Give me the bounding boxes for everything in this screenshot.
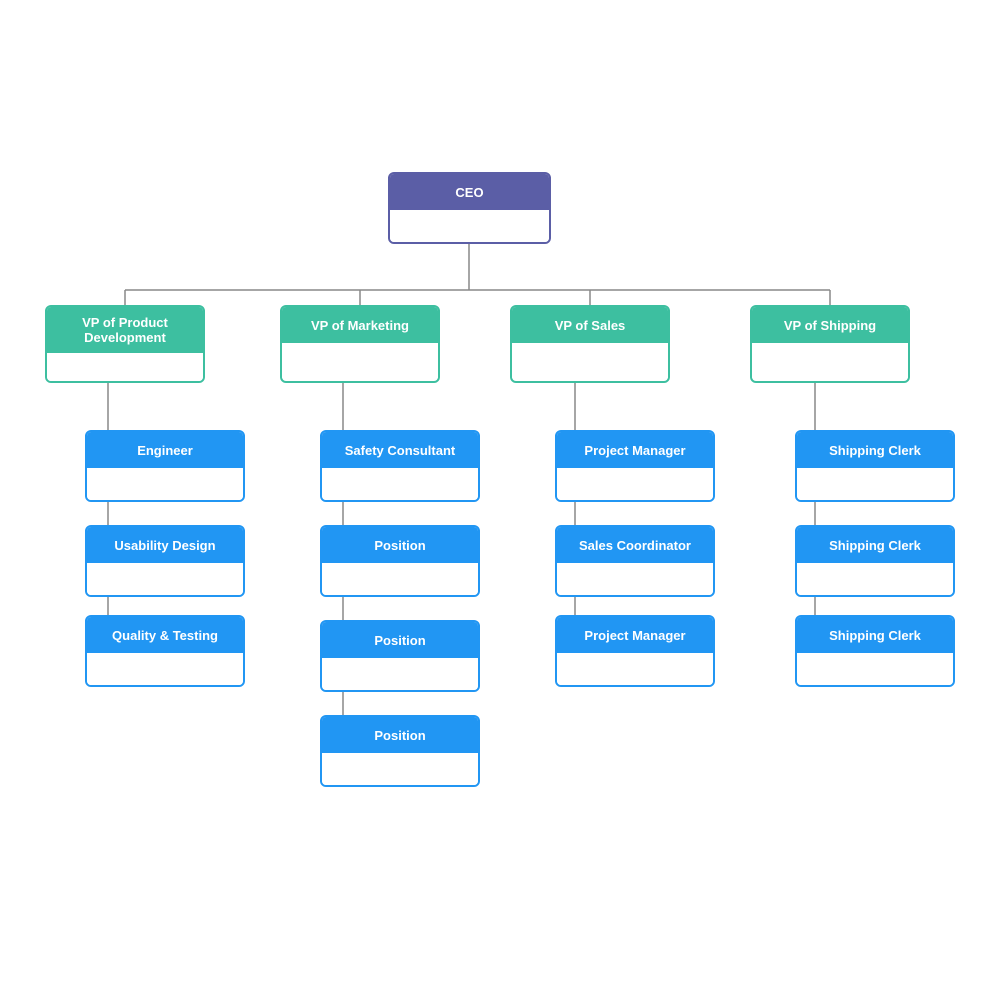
vp-sales-label: VP of Sales bbox=[512, 307, 668, 343]
quality-body bbox=[87, 653, 243, 687]
position3-node: Position bbox=[320, 715, 480, 787]
vp-product-label: VP of Product Development bbox=[47, 307, 203, 353]
proj-mgr1-label: Project Manager bbox=[557, 432, 713, 468]
position1-node: Position bbox=[320, 525, 480, 597]
ceo-body bbox=[390, 210, 549, 244]
sales-coord-label: Sales Coordinator bbox=[557, 527, 713, 563]
quality-label: Quality & Testing bbox=[87, 617, 243, 653]
vp-shipping-body bbox=[752, 343, 908, 378]
sales-coord-node: Sales Coordinator bbox=[555, 525, 715, 597]
usability-node: Usability Design bbox=[85, 525, 245, 597]
vp-marketing-node: VP of Marketing bbox=[280, 305, 440, 383]
vp-marketing-label: VP of Marketing bbox=[282, 307, 438, 343]
vp-product-node: VP of Product Development bbox=[45, 305, 205, 383]
ship2-node: Shipping Clerk bbox=[795, 525, 955, 597]
position3-body bbox=[322, 753, 478, 787]
ship3-node: Shipping Clerk bbox=[795, 615, 955, 687]
proj-mgr2-label: Project Manager bbox=[557, 617, 713, 653]
vp-marketing-body bbox=[282, 343, 438, 378]
org-chart: CEO VP of Product Development VP of Mark… bbox=[0, 0, 1000, 1000]
vp-shipping-node: VP of Shipping bbox=[750, 305, 910, 383]
position3-label: Position bbox=[322, 717, 478, 753]
safety-label: Safety Consultant bbox=[322, 432, 478, 468]
ship2-label: Shipping Clerk bbox=[797, 527, 953, 563]
proj-mgr2-body bbox=[557, 653, 713, 687]
engineer-body bbox=[87, 468, 243, 502]
safety-node: Safety Consultant bbox=[320, 430, 480, 502]
proj-mgr1-node: Project Manager bbox=[555, 430, 715, 502]
position2-body bbox=[322, 658, 478, 692]
vp-shipping-label: VP of Shipping bbox=[752, 307, 908, 343]
usability-label: Usability Design bbox=[87, 527, 243, 563]
position2-node: Position bbox=[320, 620, 480, 692]
ship3-body bbox=[797, 653, 953, 687]
ceo-node: CEO bbox=[388, 172, 551, 244]
vp-sales-node: VP of Sales bbox=[510, 305, 670, 383]
usability-body bbox=[87, 563, 243, 597]
ship1-node: Shipping Clerk bbox=[795, 430, 955, 502]
proj-mgr1-body bbox=[557, 468, 713, 502]
vp-sales-body bbox=[512, 343, 668, 378]
ship3-label: Shipping Clerk bbox=[797, 617, 953, 653]
ship1-body bbox=[797, 468, 953, 502]
safety-body bbox=[322, 468, 478, 502]
sales-coord-body bbox=[557, 563, 713, 597]
position1-label: Position bbox=[322, 527, 478, 563]
proj-mgr2-node: Project Manager bbox=[555, 615, 715, 687]
ship2-body bbox=[797, 563, 953, 597]
position2-label: Position bbox=[322, 622, 478, 658]
ceo-label: CEO bbox=[390, 174, 549, 210]
engineer-label: Engineer bbox=[87, 432, 243, 468]
position1-body bbox=[322, 563, 478, 597]
engineer-node: Engineer bbox=[85, 430, 245, 502]
quality-node: Quality & Testing bbox=[85, 615, 245, 687]
ship1-label: Shipping Clerk bbox=[797, 432, 953, 468]
vp-product-body bbox=[47, 353, 203, 383]
